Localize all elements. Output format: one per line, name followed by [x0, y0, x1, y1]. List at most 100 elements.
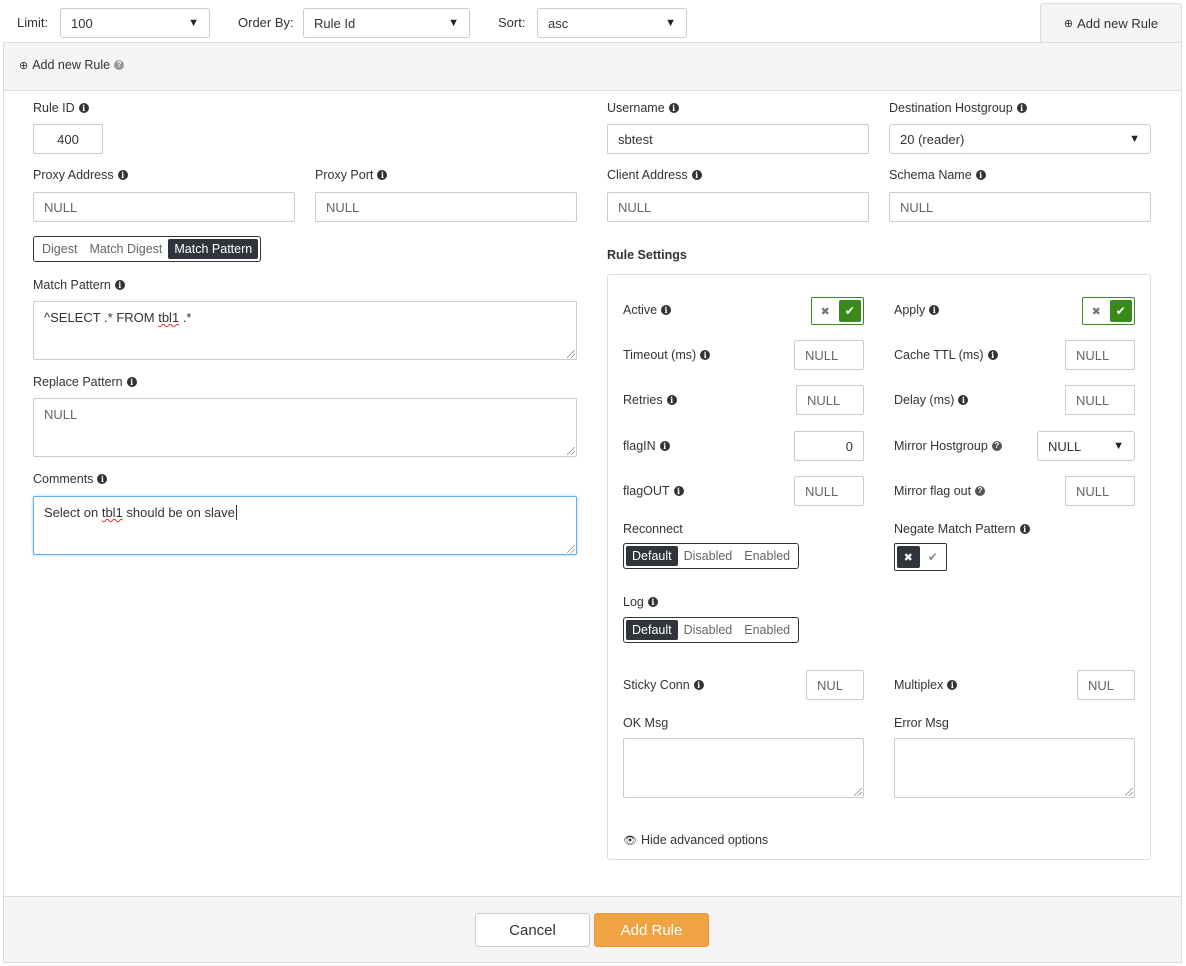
timeout-input[interactable]: NULL — [794, 340, 864, 370]
negate-toggle[interactable]: ✖ ✔ — [894, 543, 947, 571]
error-msg-label: Error Msg — [894, 716, 949, 730]
resize-grip-icon[interactable] — [567, 545, 575, 553]
info-icon: i — [97, 474, 108, 484]
cache-ttl-label: Cache TTL (ms) i — [894, 348, 998, 362]
info-icon: i — [947, 680, 958, 690]
rule-id-input[interactable]: 400 — [33, 124, 103, 154]
reconnect-disabled[interactable]: Disabled — [678, 546, 739, 566]
delay-label-text: Delay (ms) — [894, 393, 955, 407]
log-default[interactable]: Default — [626, 620, 678, 640]
tab-match-digest[interactable]: Match Digest — [83, 239, 168, 259]
proxy-address-label-text: Proxy Address — [33, 168, 114, 182]
panel-title: ⊕ Add new Rule ? — [19, 58, 125, 72]
resize-grip-icon[interactable] — [1125, 788, 1133, 796]
chevron-down-icon: ▼ — [1113, 440, 1124, 452]
eye-slash-icon: 👁 — [623, 834, 637, 847]
order-by-select[interactable]: Rule Id ▼ — [303, 8, 470, 38]
sticky-conn-input[interactable]: NUL — [806, 670, 864, 700]
info-icon: i — [668, 103, 679, 113]
info-icon: i — [958, 395, 969, 405]
schema-name-label: Schema Name i — [889, 168, 986, 182]
mirror-hostgroup-value: NULL — [1048, 438, 1082, 454]
sort-select[interactable]: asc ▼ — [537, 8, 687, 38]
tab-label: Add new Rule — [1077, 16, 1159, 31]
x-icon: ✖ — [820, 305, 830, 318]
apply-label-text: Apply — [894, 303, 926, 317]
multiplex-label-text: Multiplex — [894, 678, 944, 692]
rule-settings-heading: Rule Settings — [607, 248, 687, 262]
info-icon: i — [647, 597, 658, 607]
match-pattern-text: ^SELECT .* FROM — [44, 310, 159, 325]
plus-circle-icon: ⊕ — [1063, 18, 1074, 30]
proxy-port-label-text: Proxy Port — [315, 168, 374, 182]
reconnect-enabled[interactable]: Enabled — [738, 546, 796, 566]
info-icon: i — [987, 350, 998, 360]
negate-label: Negate Match Pattern i — [894, 522, 1030, 536]
apply-toggle[interactable]: ✖ ✔ — [1082, 297, 1135, 325]
active-toggle[interactable]: ✖ ✔ — [811, 297, 864, 325]
cancel-button[interactable]: Cancel — [475, 913, 590, 947]
comments-textarea[interactable]: Select on tbl1 should be on slave — [33, 496, 577, 555]
client-address-label-text: Client Address — [607, 168, 688, 182]
delay-label: Delay (ms) i — [894, 393, 969, 407]
info-icon: i — [377, 170, 388, 180]
error-msg-textarea[interactable] — [894, 738, 1135, 798]
info-icon: i — [661, 305, 672, 315]
proxy-port-label: Proxy Port i — [315, 168, 388, 182]
match-pattern-textarea[interactable]: ^SELECT .* FROM tbl1 .* — [33, 301, 577, 360]
resize-grip-icon[interactable] — [567, 350, 575, 358]
multiplex-input[interactable]: NUL — [1077, 670, 1135, 700]
tab-digest[interactable]: Digest — [36, 239, 83, 259]
replace-pattern-textarea[interactable]: NULL — [33, 398, 577, 457]
mirror-flag-out-label: Mirror flag out? — [894, 484, 986, 498]
add-rule-button[interactable]: Add Rule — [594, 913, 709, 947]
retries-input[interactable]: NULL — [796, 385, 864, 415]
schema-name-input[interactable]: NULL — [889, 192, 1151, 222]
proxy-address-input[interactable]: NULL — [33, 192, 295, 222]
flagin-label: flagIN i — [623, 439, 670, 453]
mirror-flag-out-input[interactable]: NULL — [1065, 476, 1135, 506]
client-address-input[interactable]: NULL — [607, 192, 869, 222]
comments-label: Comments i — [33, 472, 108, 486]
info-icon: i — [691, 170, 702, 180]
proxy-port-input[interactable]: NULL — [315, 192, 577, 222]
hide-advanced-text: Hide advanced options — [640, 833, 769, 847]
log-disabled[interactable]: Disabled — [678, 620, 739, 640]
hide-advanced-link[interactable]: 👁 Hide advanced options — [623, 833, 768, 847]
resize-grip-icon[interactable] — [854, 788, 862, 796]
order-by-value: Rule Id — [314, 15, 356, 31]
text-cursor — [235, 505, 237, 520]
limit-select[interactable]: 100 ▼ — [60, 8, 210, 38]
replace-pattern-placeholder: NULL — [44, 407, 78, 422]
check-icon: ✔ — [838, 300, 861, 322]
log-label-text: Log — [623, 595, 644, 609]
schema-name-label-text: Schema Name — [889, 168, 972, 182]
mirror-hostgroup-select[interactable]: NULL ▼ — [1037, 431, 1135, 461]
cache-ttl-input[interactable]: NULL — [1065, 340, 1135, 370]
active-label: Active i — [623, 303, 672, 317]
info-icon: i — [1016, 103, 1027, 113]
flagin-input[interactable]: 0 — [794, 431, 864, 461]
log-enabled[interactable]: Enabled — [738, 620, 796, 640]
flagout-input[interactable]: NULL — [794, 476, 864, 506]
tab-match-pattern[interactable]: Match Pattern — [168, 239, 259, 259]
sort-label: Sort: — [498, 15, 526, 30]
username-input[interactable]: sbtest — [607, 124, 869, 154]
check-icon: ✔ — [927, 550, 938, 564]
sort-value: asc — [548, 15, 569, 31]
panel-title-text: Add new Rule — [32, 58, 111, 72]
reconnect-default[interactable]: Default — [626, 546, 678, 566]
info-icon: i — [693, 680, 704, 690]
tab-add-new-rule[interactable]: ⊕ Add new Rule — [1040, 3, 1182, 43]
rule-id-label: Rule ID i — [33, 101, 89, 115]
resize-grip-icon[interactable] — [567, 447, 575, 455]
info-icon: i — [666, 395, 677, 405]
retries-label: Retries i — [623, 393, 677, 407]
ok-msg-textarea[interactable] — [623, 738, 864, 798]
match-type-segmented: Digest Match Digest Match Pattern — [33, 236, 262, 262]
delay-input[interactable]: NULL — [1065, 385, 1135, 415]
panel-footer — [4, 896, 1181, 962]
dest-hostgroup-select[interactable]: 20 (reader) ▼ — [889, 124, 1151, 154]
match-pattern-label-text: Match Pattern — [33, 278, 111, 292]
log-segmented: Default Disabled Enabled — [623, 617, 800, 643]
